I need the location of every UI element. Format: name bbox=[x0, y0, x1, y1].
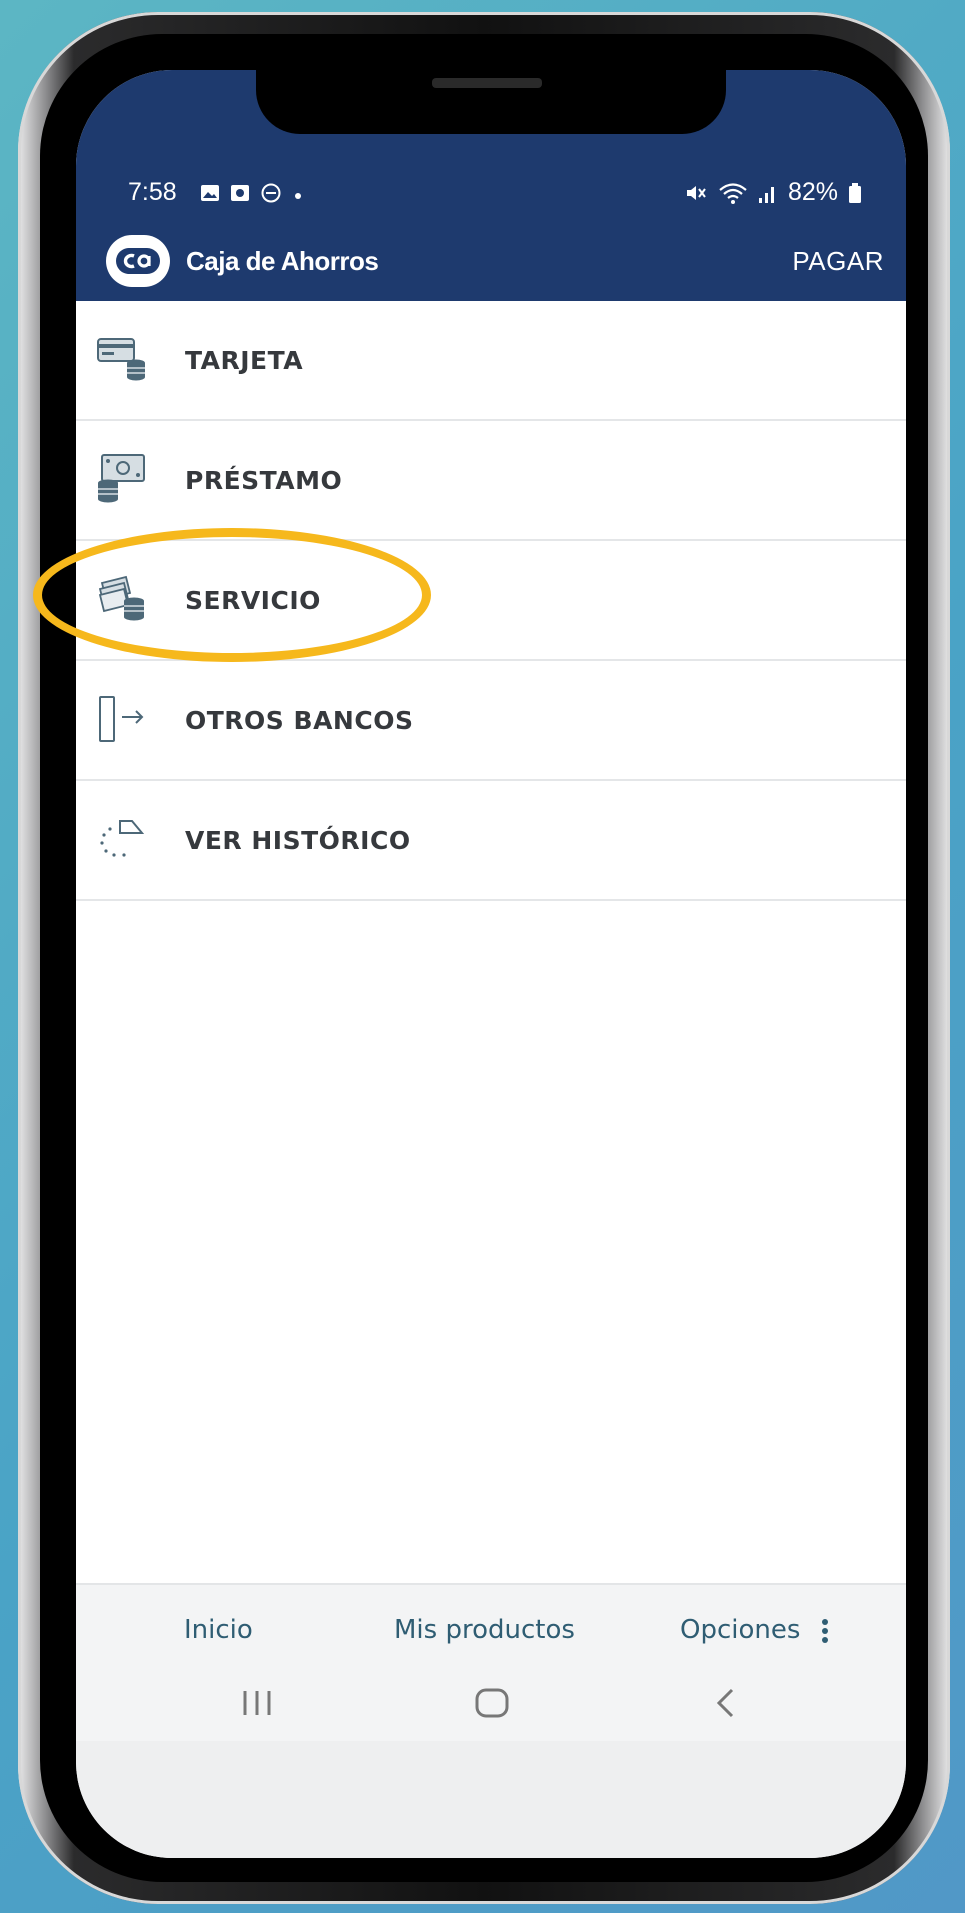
photo-icon bbox=[231, 185, 249, 201]
battery-percent: 82% bbox=[787, 178, 838, 206]
do-not-disturb-icon bbox=[261, 183, 281, 203]
history-icon bbox=[100, 820, 145, 857]
brand-name: Caja de Ahorros bbox=[186, 245, 379, 276]
tab-inicio[interactable]: Inicio bbox=[184, 1615, 253, 1645]
screen-bottom-area bbox=[76, 1741, 906, 1858]
pay-header-title[interactable]: PAGAR bbox=[792, 246, 884, 277]
tab-opciones-label: Opciones bbox=[680, 1615, 801, 1645]
menu-item-otros-bancos[interactable]: OTROS BANCOS bbox=[76, 661, 906, 781]
service-bills-icon bbox=[98, 575, 144, 621]
menu-item-prestamo[interactable]: PRÉSTAMO bbox=[76, 421, 906, 541]
signal-icon bbox=[758, 186, 774, 203]
phone-screen: 7:58 82% Caja de Ahorros PAGAR TARJETA P… bbox=[76, 70, 906, 1858]
status-bar: 7:58 82% bbox=[76, 174, 906, 214]
speaker-grille bbox=[432, 78, 542, 88]
wifi-icon bbox=[719, 182, 747, 204]
menu-item-label: TARJETA bbox=[185, 345, 304, 375]
transfer-arrow-icon bbox=[99, 696, 144, 742]
tab-opciones[interactable]: Opciones bbox=[680, 1615, 829, 1645]
mute-icon bbox=[686, 185, 706, 200]
recent-apps-icon[interactable] bbox=[240, 1687, 274, 1719]
menu-item-ver-historico[interactable]: VER HISTÓRICO bbox=[76, 781, 906, 901]
back-button-icon[interactable] bbox=[714, 1687, 736, 1719]
battery-icon bbox=[849, 182, 861, 203]
camera-notch bbox=[256, 70, 726, 134]
notification-icons bbox=[200, 182, 304, 204]
menu-item-servicio[interactable]: SERVICIO bbox=[76, 541, 906, 661]
card-stack-icon bbox=[97, 338, 145, 381]
system-status: 82% bbox=[684, 178, 862, 207]
menu-item-label: OTROS BANCOS bbox=[185, 705, 414, 735]
menu-item-label: VER HISTÓRICO bbox=[185, 825, 411, 855]
gallery-icon bbox=[201, 185, 219, 201]
menu-item-label: PRÉSTAMO bbox=[185, 465, 343, 495]
tab-mis-productos[interactable]: Mis productos bbox=[394, 1615, 575, 1645]
brand-logo-icon bbox=[106, 235, 170, 287]
brand: Caja de Ahorros bbox=[106, 235, 379, 287]
home-button-icon[interactable] bbox=[474, 1687, 510, 1719]
kebab-menu-icon bbox=[821, 1618, 828, 1643]
menu-item-label: SERVICIO bbox=[185, 585, 321, 615]
status-time: 7:58 bbox=[128, 178, 177, 206]
bottom-navigation: Inicio Mis productos Opciones bbox=[76, 1583, 906, 1743]
loan-cash-icon bbox=[98, 454, 145, 503]
menu-item-tarjeta[interactable]: TARJETA bbox=[76, 301, 906, 421]
system-navigation-bar bbox=[76, 1673, 906, 1743]
dot-icon bbox=[295, 193, 301, 199]
payment-type-menu: TARJETA PRÉSTAMO SERVICIO OTROS BANCOS V… bbox=[76, 301, 906, 901]
